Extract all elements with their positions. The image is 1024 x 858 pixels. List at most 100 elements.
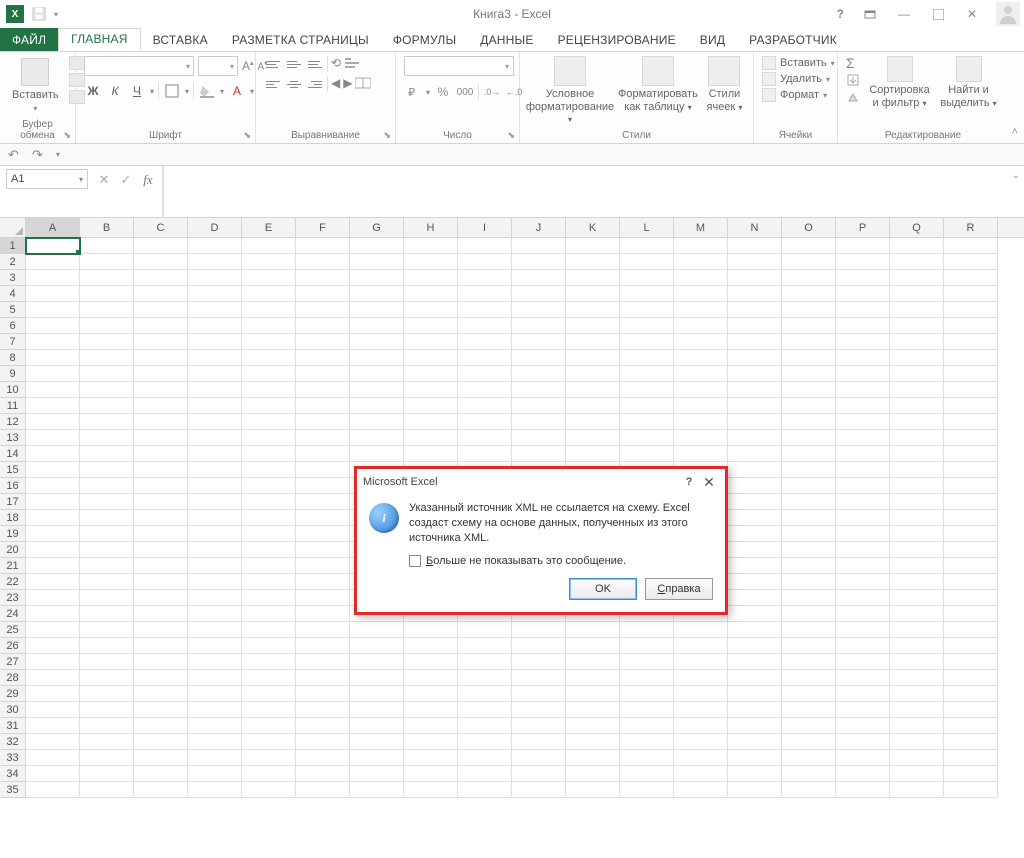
cell[interactable]	[782, 622, 836, 638]
cell[interactable]	[944, 526, 998, 542]
cell[interactable]	[620, 382, 674, 398]
cell[interactable]	[134, 334, 188, 350]
cell[interactable]	[728, 318, 782, 334]
cell[interactable]	[782, 782, 836, 798]
cell[interactable]	[944, 510, 998, 526]
cell[interactable]	[26, 718, 80, 734]
cell[interactable]	[566, 334, 620, 350]
cell[interactable]	[188, 366, 242, 382]
cell[interactable]	[890, 670, 944, 686]
cell[interactable]	[836, 766, 890, 782]
insert-function-icon[interactable]: fx	[140, 172, 156, 188]
cell[interactable]	[350, 238, 404, 254]
cell[interactable]	[674, 702, 728, 718]
cell[interactable]	[404, 638, 458, 654]
cell[interactable]	[728, 270, 782, 286]
cell[interactable]	[890, 350, 944, 366]
cell[interactable]	[620, 734, 674, 750]
cell[interactable]	[458, 414, 512, 430]
cell[interactable]	[836, 606, 890, 622]
cell[interactable]	[404, 398, 458, 414]
cell[interactable]	[836, 526, 890, 542]
cell[interactable]	[620, 654, 674, 670]
cell[interactable]	[296, 766, 350, 782]
row-header[interactable]: 25	[0, 622, 26, 638]
cell[interactable]	[458, 766, 512, 782]
cell[interactable]	[944, 782, 998, 798]
conditional-formatting-button[interactable]: Условное форматирование ▾	[528, 56, 612, 126]
qat2-dropdown-icon[interactable]: ▾	[56, 150, 60, 159]
cell[interactable]	[80, 766, 134, 782]
column-header[interactable]: I	[458, 218, 512, 237]
cell[interactable]	[26, 414, 80, 430]
row-header[interactable]: 35	[0, 782, 26, 798]
cell[interactable]	[296, 398, 350, 414]
cell[interactable]	[782, 606, 836, 622]
cell[interactable]	[674, 302, 728, 318]
cell[interactable]	[620, 446, 674, 462]
cell[interactable]	[782, 318, 836, 334]
row-header[interactable]: 2	[0, 254, 26, 270]
cell[interactable]	[836, 718, 890, 734]
ok-button[interactable]: OK	[569, 578, 637, 600]
cell[interactable]	[890, 590, 944, 606]
cell[interactable]	[728, 622, 782, 638]
cell[interactable]	[134, 782, 188, 798]
cell[interactable]	[134, 510, 188, 526]
row-header[interactable]: 8	[0, 350, 26, 366]
find-select-button[interactable]: Найти и выделить ▾	[937, 56, 1000, 109]
cell[interactable]	[350, 638, 404, 654]
font-size-select[interactable]: ▾	[198, 56, 238, 76]
cell[interactable]	[350, 398, 404, 414]
cell[interactable]	[404, 446, 458, 462]
cell[interactable]	[350, 622, 404, 638]
cell[interactable]	[296, 654, 350, 670]
cell[interactable]	[944, 670, 998, 686]
cell[interactable]	[620, 318, 674, 334]
cell[interactable]	[458, 638, 512, 654]
cell[interactable]	[350, 350, 404, 366]
user-avatar[interactable]	[996, 2, 1020, 26]
cell[interactable]	[458, 686, 512, 702]
tab-view[interactable]: ВИД	[688, 28, 737, 51]
cell[interactable]	[404, 318, 458, 334]
cell[interactable]	[80, 782, 134, 798]
row-header[interactable]: 12	[0, 414, 26, 430]
cell[interactable]	[674, 622, 728, 638]
cell[interactable]	[674, 350, 728, 366]
cell[interactable]	[674, 750, 728, 766]
column-header[interactable]: G	[350, 218, 404, 237]
cell[interactable]	[242, 494, 296, 510]
cell[interactable]	[458, 430, 512, 446]
cell[interactable]	[890, 286, 944, 302]
undo-button[interactable]: ↶	[8, 147, 24, 163]
cell[interactable]	[80, 606, 134, 622]
cell[interactable]	[728, 478, 782, 494]
cell[interactable]	[26, 542, 80, 558]
cell[interactable]	[134, 542, 188, 558]
cell[interactable]	[242, 366, 296, 382]
cell[interactable]	[296, 446, 350, 462]
cell[interactable]	[134, 318, 188, 334]
cell[interactable]	[80, 398, 134, 414]
cell[interactable]	[944, 606, 998, 622]
column-header[interactable]: O	[782, 218, 836, 237]
cell[interactable]	[134, 670, 188, 686]
cell-styles-button[interactable]: Стили ячеек ▾	[704, 56, 745, 113]
cell[interactable]	[188, 526, 242, 542]
cell[interactable]	[728, 350, 782, 366]
cell[interactable]	[242, 574, 296, 590]
cell[interactable]	[350, 750, 404, 766]
cell[interactable]	[512, 782, 566, 798]
cell[interactable]	[242, 606, 296, 622]
cell[interactable]	[404, 734, 458, 750]
cell[interactable]	[944, 750, 998, 766]
cell[interactable]	[512, 334, 566, 350]
cell[interactable]	[242, 654, 296, 670]
cell[interactable]	[458, 446, 512, 462]
column-header[interactable]: B	[80, 218, 134, 237]
cell[interactable]	[890, 510, 944, 526]
cell[interactable]	[674, 414, 728, 430]
cell[interactable]	[296, 414, 350, 430]
cell[interactable]	[26, 558, 80, 574]
